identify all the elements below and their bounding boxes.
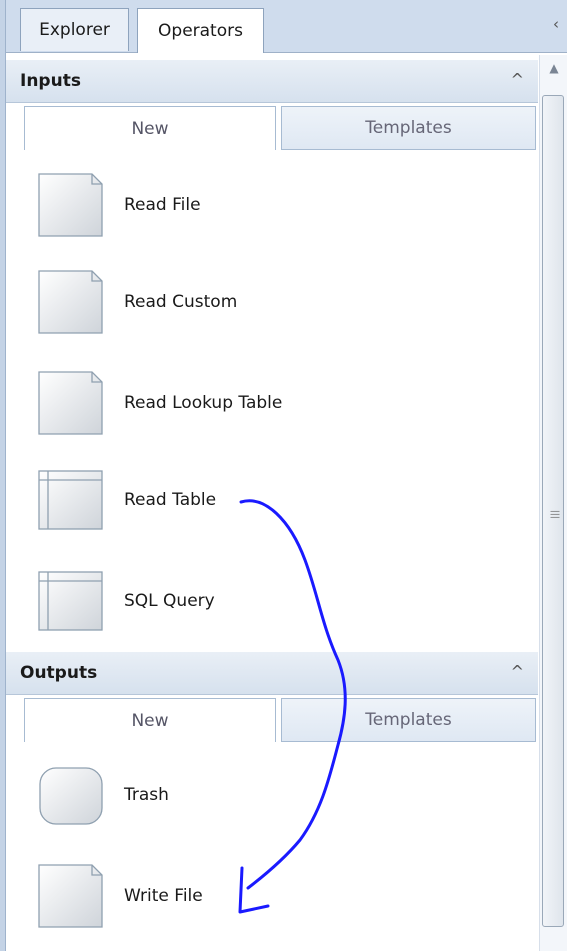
chevron-up-icon[interactable]: ^ [511,662,524,681]
operator-sql-query[interactable]: SQL Query [36,561,506,641]
outputs-subtabs: New Templates [24,698,536,742]
outputs-section-header[interactable]: Outputs ^ [6,652,538,695]
outputs-section-title: Outputs [20,663,98,683]
outputs-tab-new-label: New [131,710,169,731]
inputs-tab-templates-label: Templates [365,118,452,138]
document-icon [36,267,106,337]
document-icon [36,861,106,931]
operator-label: Write File [124,886,203,906]
scroll-thumb[interactable]: — — — [542,95,564,927]
tab-operators[interactable]: Operators [137,8,264,53]
outputs-tab-templates-label: Templates [365,710,452,730]
table-icon [36,465,106,535]
inputs-section-title: Inputs [20,71,81,91]
inputs-subtabs: New Templates [24,106,536,150]
operator-read-lookup-table[interactable]: Read Lookup Table [36,363,506,443]
chevron-up-icon[interactable]: ^ [511,70,524,89]
operator-label: Read File [124,195,201,215]
inputs-tab-new-label: New [131,118,169,139]
rounded-box-icon [36,760,106,830]
inputs-section-header[interactable]: Inputs ^ [6,60,538,103]
table-icon [36,566,106,636]
tab-explorer[interactable]: Explorer [20,8,129,51]
operator-trash[interactable]: Trash [36,755,506,835]
operator-read-table[interactable]: Read Table [36,460,506,540]
vertical-scrollbar[interactable]: ▲ — — — [539,55,567,951]
collapse-panel-icon[interactable]: ‹ [549,14,563,34]
inputs-tab-templates[interactable]: Templates [281,106,536,150]
operator-label: Trash [124,785,169,805]
operator-label: Read Custom [124,292,238,312]
outputs-tab-templates[interactable]: Templates [281,698,536,742]
operator-read-custom[interactable]: Read Custom [36,262,506,342]
tab-operators-label: Operators [158,21,243,41]
operator-label: Read Table [124,490,217,510]
document-icon [36,368,106,438]
inputs-tab-new[interactable]: New [24,106,276,150]
outputs-tab-new[interactable]: New [24,698,276,742]
operator-read-file[interactable]: Read File [36,165,506,245]
scroll-up-arrow-icon[interactable]: ▲ [544,61,564,81]
window-left-border [0,0,6,951]
operator-label: Read Lookup Table [124,393,283,413]
tab-explorer-label: Explorer [39,20,110,40]
operator-label: SQL Query [124,591,215,611]
document-icon [36,170,106,240]
operator-write-file[interactable]: Write File [36,856,506,936]
grip-icon: — — — [550,506,560,523]
